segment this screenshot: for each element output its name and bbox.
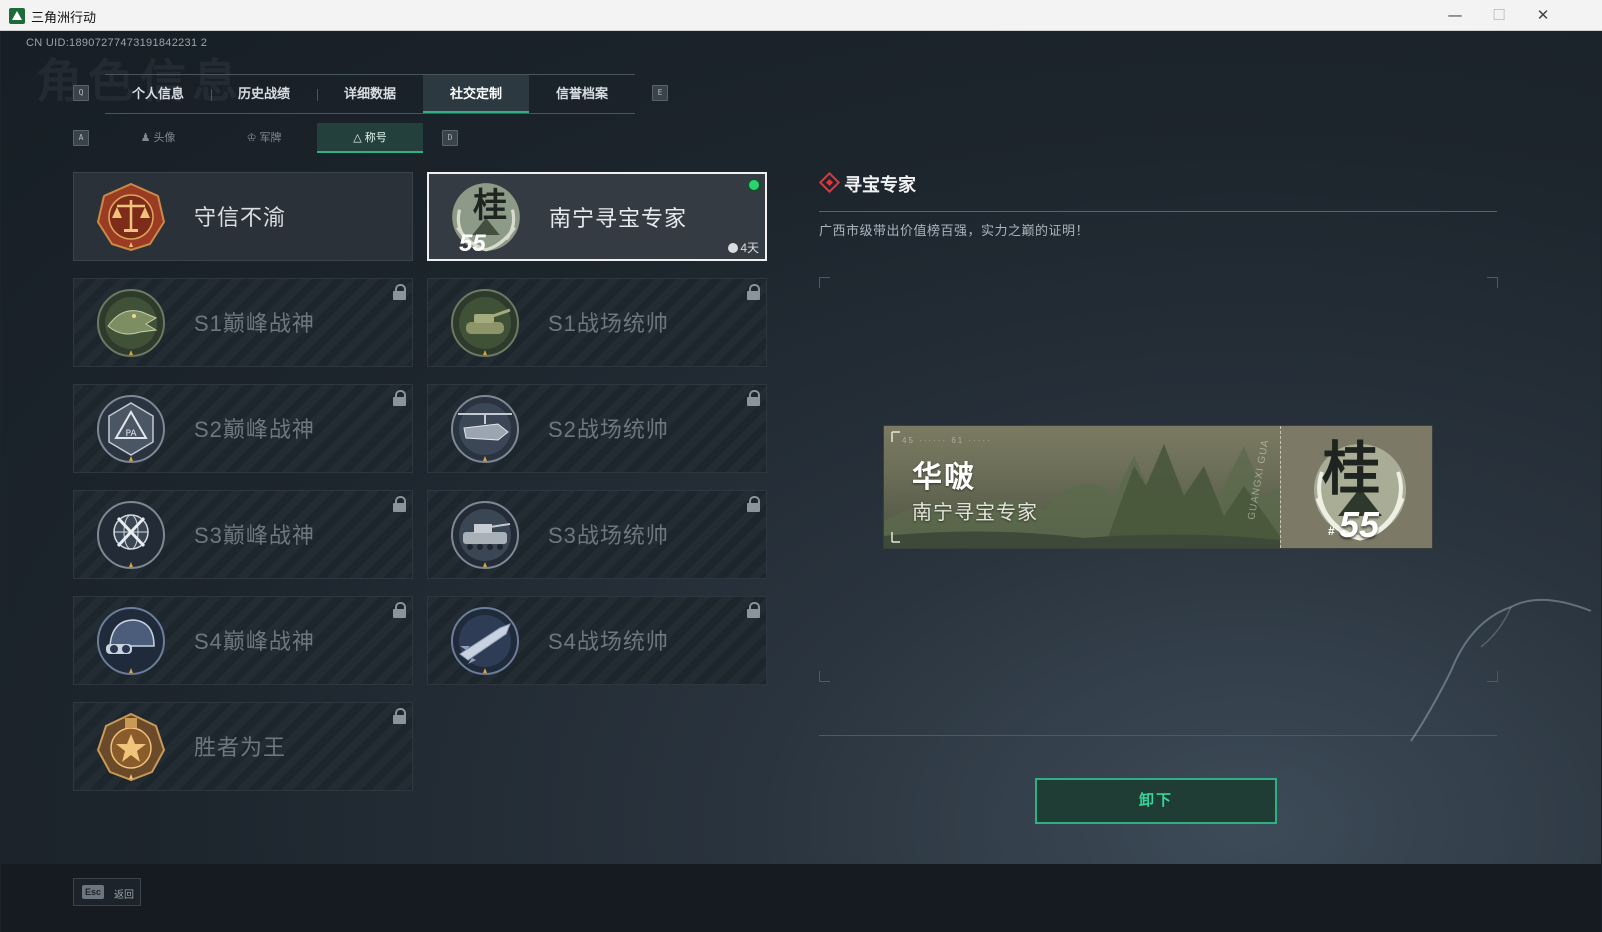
frame-corner (819, 671, 830, 682)
tab-credit[interactable]: 信誉档案 (529, 75, 635, 113)
title-card-selected[interactable]: 桂 55 南宁寻宝专家 4天 (427, 172, 767, 261)
frame-corner (819, 277, 830, 288)
lock-icon (393, 284, 406, 300)
title-card[interactable]: S4战场统帅 (427, 596, 767, 685)
lock-icon (393, 602, 406, 618)
tab-prev-key[interactable]: Q (73, 85, 89, 101)
app-logo-icon (9, 8, 25, 24)
dogtag-icon: ♔ (246, 132, 257, 144)
tab-next-key[interactable]: E (652, 85, 668, 101)
missile-badge-icon (451, 607, 519, 675)
close-button[interactable]: ✕ (1520, 4, 1566, 26)
title-card[interactable]: S1巅峰战神 (73, 278, 413, 367)
equipped-indicator (747, 178, 761, 192)
main-tabbar: 个人信息 历史战绩 详细数据 社交定制 信誉档案 (105, 74, 635, 114)
player-uid: CN UID:18907277473191842231 2 (26, 37, 208, 49)
subtab-prev-key[interactable]: A (73, 130, 89, 146)
tank-badge-icon (451, 289, 519, 357)
lock-icon (393, 496, 406, 512)
tab-stats[interactable]: 详细数据 (317, 75, 423, 113)
title-card[interactable]: S4巅峰战神 (73, 596, 413, 685)
lightning-decoration (1410, 598, 1592, 742)
tab-social[interactable]: 社交定制 (423, 75, 529, 113)
nameplate-badge-char: 桂 (1322, 435, 1381, 503)
lock-icon (393, 390, 406, 406)
globe-badge-icon (97, 501, 165, 569)
title-rarity-icon (818, 171, 841, 194)
esc-keycap: Esc (82, 885, 104, 899)
tab-history[interactable]: 历史战绩 (211, 75, 317, 113)
tab-profile[interactable]: 个人信息 (105, 75, 211, 113)
badge-char: 桂 (473, 186, 507, 226)
nameplate-title: 南宁寻宝专家 (912, 502, 1038, 524)
hex-pa-badge-icon: PA (97, 395, 165, 463)
title-name: S4巅峰战神 (194, 629, 315, 654)
detail-title: 寻宝专家 (844, 175, 916, 195)
back-button[interactable]: Esc 返回 (73, 878, 141, 906)
title-name: S1战场统帅 (548, 311, 669, 336)
expiry-timer: 4天 (728, 239, 759, 256)
title-card[interactable]: PA S2巅峰战神 (73, 384, 413, 473)
svg-text:PA: PA (125, 429, 137, 439)
title-name: S4战场统帅 (548, 629, 669, 654)
title-name: S3战场统帅 (548, 523, 669, 548)
subtab-title-label: 称号 (364, 132, 387, 144)
person-icon: ♟ (140, 132, 151, 144)
subtab-avatar-label: 头像 (153, 132, 176, 144)
lock-icon (747, 284, 760, 300)
detail-description: 广西市级带出价值榜百强，实力之巅的证明！ (819, 223, 1090, 238)
lock-icon (747, 496, 760, 512)
lock-icon (747, 390, 760, 406)
title-name: 南宁寻宝专家 (549, 206, 688, 231)
subtab-dogtag-label: 军牌 (259, 132, 282, 144)
crocodile-badge-icon (97, 289, 165, 357)
title-card[interactable]: S3巅峰战神 (73, 490, 413, 579)
title-name: 守信不渝 (194, 205, 287, 230)
helmet-badge-icon (97, 607, 165, 675)
title-card[interactable]: S3战场统帅 (427, 490, 767, 579)
scales-badge-icon (96, 182, 166, 252)
minimize-button[interactable]: — (1432, 4, 1478, 26)
badge-number: 55 (459, 230, 486, 257)
title-name: S1巅峰战神 (194, 311, 315, 336)
back-label: 返回 (114, 890, 134, 901)
ifv-badge-icon (451, 501, 519, 569)
unequip-button[interactable]: 卸下 (1035, 778, 1277, 824)
lock-icon (747, 602, 760, 618)
title-name: 胜者为王 (194, 735, 287, 760)
helicopter-badge-icon (451, 395, 519, 463)
title-card[interactable]: S1战场统帅 (427, 278, 767, 367)
title-icon: △ (353, 132, 362, 144)
title-name: S3巅峰战神 (194, 523, 315, 548)
subtab-dogtag[interactable]: ♔ 军牌 (211, 123, 317, 153)
game-window: 角色信息 CN UID:18907277473191842231 2 Q 个人信… (1, 31, 1601, 932)
nameplate-code: 45 ······ 61 ····· (902, 436, 992, 445)
nameplate-perforation (1280, 426, 1281, 548)
footer-bar: Esc 返回 (1, 864, 1601, 932)
subtab-title[interactable]: △ 称号 (317, 123, 423, 153)
lock-icon (393, 708, 406, 724)
title-name: S2巅峰战神 (194, 417, 315, 442)
subtab-next-key[interactable]: D (442, 130, 458, 146)
detail-divider (819, 211, 1497, 212)
title-name: S2战场统帅 (548, 417, 669, 442)
medal-badge-icon (96, 712, 166, 782)
nameplate-badge-hash: # (1328, 524, 1335, 538)
clock-icon (728, 243, 739, 253)
window-titlebar: 三角洲行动 — ☐ ✕ (0, 0, 1602, 31)
nameplate-player-name: 华啵 (912, 461, 976, 494)
nameplate-badge-number: 55 (1339, 504, 1380, 545)
window-title: 三角洲行动 (31, 10, 97, 25)
title-card[interactable]: 守信不渝 (73, 172, 413, 261)
expiry-timer-text: 4天 (740, 241, 759, 255)
frame-corner (1487, 277, 1498, 288)
title-card[interactable]: S2战场统帅 (427, 384, 767, 473)
subtab-avatar[interactable]: ♟ 头像 (105, 123, 211, 153)
title-card[interactable]: 胜者为王 (73, 702, 413, 791)
nameplate-preview: 45 ······ 61 ····· GUANGXI GUA 华啵 南宁寻宝专家… (883, 425, 1433, 549)
maximize-button[interactable]: ☐ (1476, 4, 1522, 26)
